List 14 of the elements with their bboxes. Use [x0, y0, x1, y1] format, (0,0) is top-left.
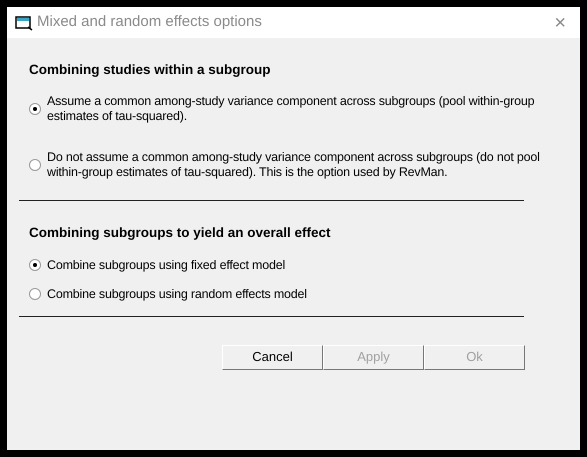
- section-heading: Combining studies within a subgroup: [29, 61, 272, 79]
- window-title: Mixed and random effects options: [37, 12, 262, 32]
- radio-button[interactable]: [29, 159, 41, 172]
- window-icon: [15, 14, 33, 30]
- option-label: Do not assume a common among-study variance component across subgroups (do not pool within-group estimates of tau-squared). This is the option used by RevMan.: [47, 150, 541, 180]
- radio-button[interactable]: [29, 259, 41, 271]
- option-label: Combine subgroups using fixed effect model: [47, 258, 286, 272]
- radio-button[interactable]: [29, 103, 41, 116]
- radio-button[interactable]: [29, 288, 41, 300]
- option-label: Assume a common among-study variance component across subgroups (pool within-group estimates of tau-squared).: [47, 94, 536, 124]
- option-label: Combine subgroups using random effects model: [47, 286, 307, 302]
- dialog-button[interactable]: Cancel: [222, 344, 323, 370]
- close-button[interactable]: ×: [548, 12, 572, 32]
- section-heading: Combining subgroups to yield an overall effect: [29, 224, 332, 242]
